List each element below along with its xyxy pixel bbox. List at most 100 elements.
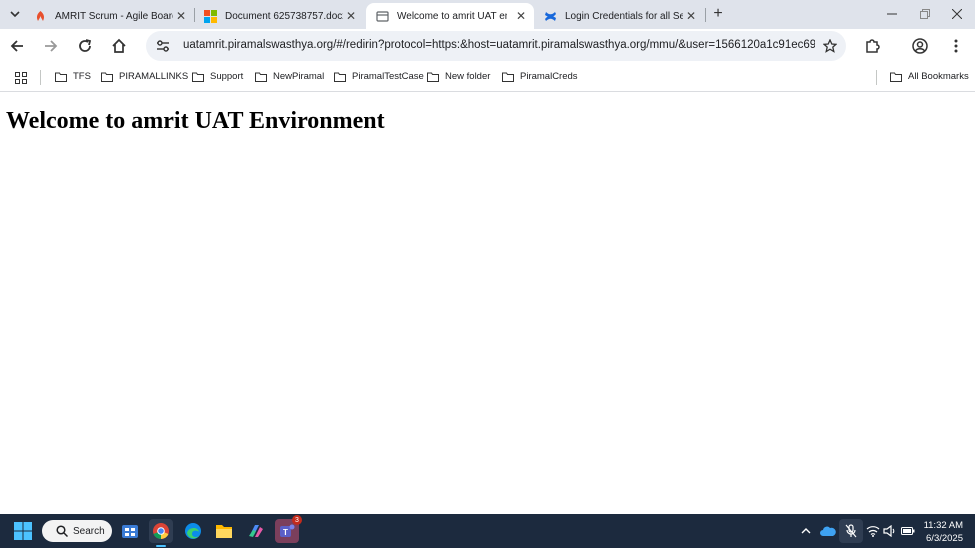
folder-icon bbox=[216, 525, 232, 538]
bookmarks-separator bbox=[40, 70, 41, 85]
menu-button[interactable] bbox=[944, 34, 968, 58]
agile-board-icon bbox=[36, 10, 45, 21]
tab-agile-board[interactable]: AMRIT Scrum - Agile Board ✕ bbox=[24, 3, 194, 29]
bookmark-label: PIRAMALLINKS bbox=[119, 71, 189, 82]
taskbar: Search T 3 11:32 AM 6/3/2025 bbox=[0, 514, 975, 548]
bookmark-label: TFS bbox=[73, 71, 91, 82]
apps-grid-icon bbox=[15, 72, 27, 84]
folder-icon bbox=[55, 72, 67, 82]
folder-icon bbox=[502, 72, 514, 82]
all-bookmarks-label: All Bookmarks bbox=[908, 71, 969, 82]
word-document-icon bbox=[204, 9, 217, 23]
bookmark-star-button[interactable] bbox=[818, 34, 842, 58]
microphone-muted-icon bbox=[845, 524, 857, 538]
plus-icon: + bbox=[713, 5, 723, 22]
m365-taskbar-button[interactable] bbox=[244, 519, 268, 543]
bookmark-folder-newpiramal[interactable]: NewPiramal bbox=[255, 71, 324, 82]
search-icon bbox=[56, 525, 68, 537]
bookmarks-bar: TFS PIRAMALLINKS Support NewPiramal Pira… bbox=[0, 63, 975, 92]
more-vertical-icon bbox=[954, 39, 958, 53]
extensions-button[interactable] bbox=[860, 34, 884, 58]
tab-title: Document 625738757.docx bbox=[225, 10, 343, 22]
taskbar-search[interactable]: Search bbox=[42, 520, 112, 542]
folder-icon bbox=[255, 72, 267, 82]
folder-icon bbox=[192, 72, 204, 82]
battery-button[interactable] bbox=[896, 519, 920, 543]
tab-title: Welcome to amrit UAT environment bbox=[397, 10, 507, 22]
clock[interactable]: 11:32 AM 6/3/2025 bbox=[924, 519, 963, 545]
bookmark-folder-new-folder[interactable]: New folder bbox=[427, 71, 490, 82]
arrow-right-icon bbox=[45, 40, 58, 52]
bookmark-label: Support bbox=[210, 71, 244, 82]
puzzle-icon bbox=[866, 39, 880, 53]
bookmark-folder-piramallinks[interactable]: PIRAMALLINKS bbox=[101, 71, 188, 82]
folder-icon bbox=[890, 72, 902, 82]
reload-icon bbox=[79, 39, 92, 52]
restore-icon bbox=[920, 9, 930, 19]
apps-button[interactable] bbox=[9, 66, 33, 90]
onedrive-button[interactable] bbox=[816, 519, 840, 543]
tab-title: AMRIT Scrum - Agile Board bbox=[55, 10, 173, 22]
bookmark-folder-tfs[interactable]: TFS bbox=[55, 71, 91, 82]
page-icon bbox=[376, 10, 389, 22]
minimize-button[interactable] bbox=[880, 2, 904, 26]
start-button[interactable] bbox=[11, 519, 35, 543]
active-indicator bbox=[156, 545, 166, 547]
svg-text:T: T bbox=[283, 528, 288, 537]
bookmark-label: PiramalCreds bbox=[520, 71, 578, 82]
cloud-icon bbox=[820, 526, 836, 536]
new-tab-button[interactable]: + bbox=[706, 2, 730, 26]
close-window-button[interactable] bbox=[945, 2, 969, 26]
restore-button[interactable] bbox=[913, 2, 937, 26]
tab-strip: AMRIT Scrum - Agile Board ✕ Document 625… bbox=[0, 0, 975, 29]
m365-copilot-icon bbox=[249, 525, 263, 537]
all-bookmarks-button[interactable]: All Bookmarks bbox=[890, 71, 969, 82]
home-button[interactable] bbox=[107, 34, 131, 58]
back-button[interactable] bbox=[5, 34, 29, 58]
home-icon bbox=[112, 38, 126, 53]
search-label: Search bbox=[73, 525, 105, 537]
show-hidden-icons-button[interactable] bbox=[794, 519, 818, 543]
forward-button[interactable] bbox=[39, 34, 63, 58]
site-info-button[interactable] bbox=[151, 34, 175, 58]
close-icon[interactable]: ✕ bbox=[686, 9, 696, 23]
bookmark-folder-support[interactable]: Support bbox=[192, 71, 243, 82]
profile-button[interactable] bbox=[908, 34, 932, 58]
tab-document[interactable]: Document 625738757.docx ✕ bbox=[194, 3, 364, 29]
edge-taskbar-button[interactable] bbox=[181, 519, 205, 543]
teams-taskbar-button[interactable]: T 3 bbox=[275, 515, 302, 543]
speaker-icon bbox=[883, 525, 895, 537]
url-text[interactable]: uatamrit.piramalswasthya.org/#/redirin?p… bbox=[183, 39, 815, 51]
chevron-down-icon bbox=[10, 11, 20, 18]
file-explorer-button[interactable] bbox=[212, 519, 236, 543]
edge-icon bbox=[185, 523, 201, 539]
bookmark-label: New folder bbox=[445, 71, 491, 82]
reload-button[interactable] bbox=[73, 34, 97, 58]
tab-welcome[interactable]: Welcome to amrit UAT environment ✕ bbox=[366, 3, 534, 29]
folder-icon bbox=[334, 72, 346, 82]
arrow-left-icon bbox=[10, 40, 23, 52]
tab-title: Login Credentials for all Services bbox=[565, 10, 683, 22]
bookmark-folder-piramalcreds[interactable]: PiramalCreds bbox=[502, 71, 578, 82]
clock-time: 11:32 AM bbox=[923, 520, 963, 531]
tab-login-credentials[interactable]: Login Credentials for all Services ✕ bbox=[534, 3, 704, 29]
chrome-taskbar-button[interactable] bbox=[149, 519, 173, 547]
close-icon[interactable]: ✕ bbox=[516, 9, 526, 23]
microphone-button[interactable] bbox=[839, 519, 863, 543]
task-view-button[interactable] bbox=[118, 519, 142, 543]
page-heading: Welcome to amrit UAT Environment bbox=[6, 108, 385, 134]
chrome-icon bbox=[153, 523, 169, 540]
page-content: Welcome to amrit UAT Environment bbox=[0, 93, 975, 514]
folder-icon bbox=[427, 72, 439, 82]
folder-icon bbox=[101, 72, 113, 82]
close-icon bbox=[952, 9, 962, 19]
notification-badge: 3 bbox=[292, 515, 302, 525]
address-bar[interactable]: uatamrit.piramalswasthya.org/#/redirin?p… bbox=[146, 31, 846, 61]
bookmark-label: NewPiramal bbox=[273, 71, 325, 82]
browser-toolbar: uatamrit.piramalswasthya.org/#/redirin?p… bbox=[0, 29, 975, 63]
tune-icon bbox=[157, 40, 169, 52]
close-icon[interactable]: ✕ bbox=[176, 9, 186, 23]
close-icon[interactable]: ✕ bbox=[346, 9, 356, 23]
bookmark-folder-piramaltestcase[interactable]: PiramalTestCase bbox=[334, 71, 424, 82]
teams-icon: T bbox=[280, 524, 295, 537]
